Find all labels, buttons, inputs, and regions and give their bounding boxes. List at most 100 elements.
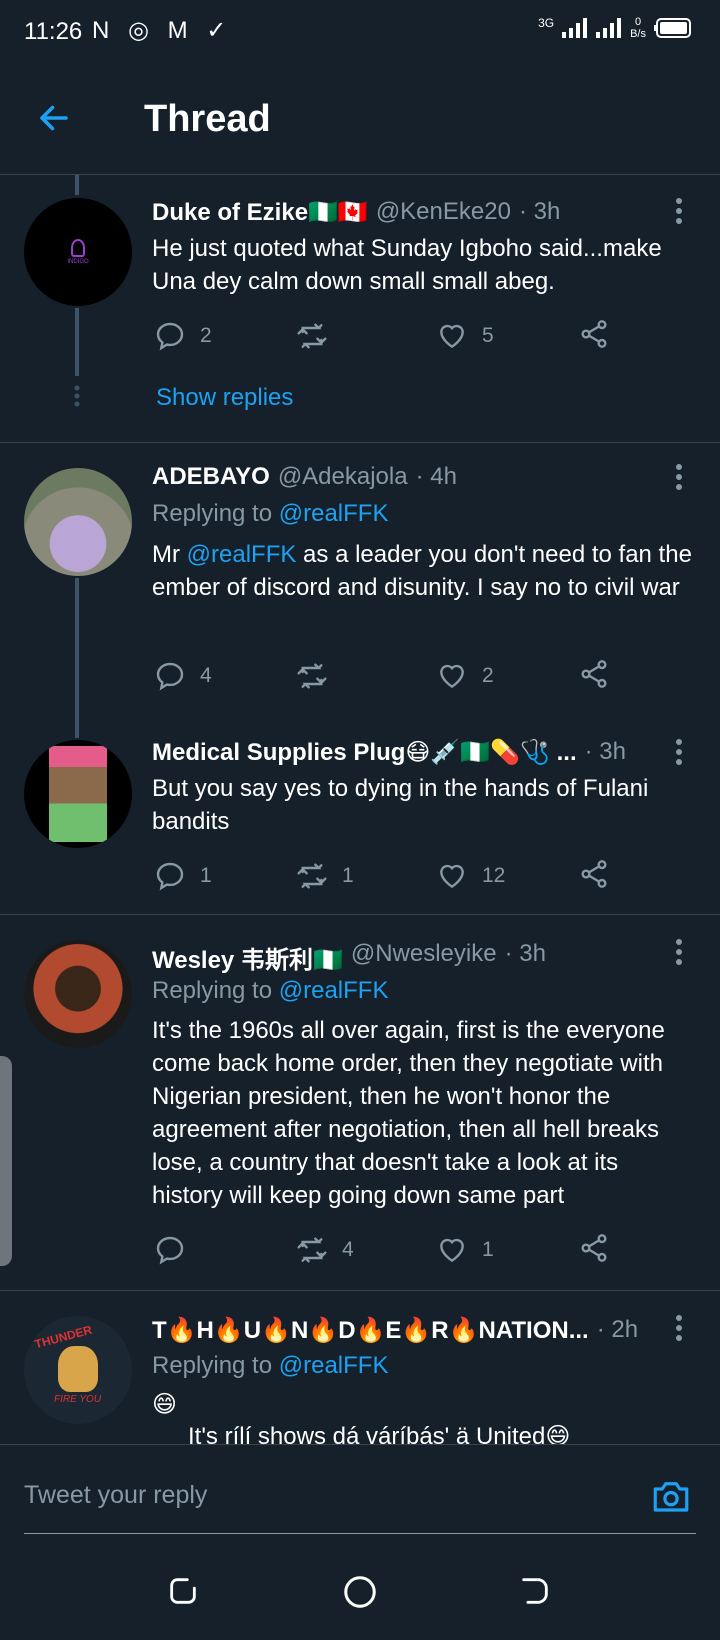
reply-count: 2 xyxy=(200,324,212,347)
author-name[interactable]: ADEBAYO xyxy=(152,463,270,491)
show-replies-link[interactable]: Show replies xyxy=(156,384,293,412)
tweet-text-clip: It's rílí shows dá váríbás' ä United😄 xyxy=(152,1420,692,1444)
signal-icon-2 xyxy=(596,18,622,38)
divider xyxy=(0,442,720,443)
share-icon[interactable] xyxy=(578,318,610,350)
back-arrow-icon[interactable] xyxy=(36,100,72,136)
replying-to: Replying to @realFFK xyxy=(152,1352,389,1379)
back-nav-icon[interactable] xyxy=(518,1574,552,1608)
author-name[interactable]: Wesley 韦斯利🇳🇬 xyxy=(152,940,343,975)
mention-link[interactable]: @realFFK xyxy=(187,541,297,568)
reply-icon xyxy=(156,322,184,351)
like-button[interactable]: 12 xyxy=(436,858,505,894)
more-vertical-icon[interactable] xyxy=(675,938,683,966)
avatar-photo xyxy=(49,746,107,842)
heart-icon xyxy=(440,324,464,349)
reply-button[interactable]: 2 xyxy=(154,318,212,354)
like-button[interactable]: 5 xyxy=(436,318,494,354)
retweet-icon xyxy=(297,663,327,689)
bulb-icon xyxy=(71,239,85,257)
reply-button[interactable]: 4 xyxy=(154,658,212,694)
tweet-text: Mr @realFFK as a leader you don't need t… xyxy=(152,541,692,601)
like-button[interactable]: 1 xyxy=(436,1232,494,1268)
thread-dots xyxy=(73,384,81,408)
author-name[interactable]: Medical Supplies Plug😷💉🇳🇬💊🩺 ... xyxy=(152,738,577,767)
divider xyxy=(0,1290,720,1291)
author-handle[interactable]: @Nwesleyike xyxy=(351,940,497,975)
author-name[interactable]: Duke of Ezike🇳🇬🇨🇦 xyxy=(152,198,368,227)
avatar[interactable] xyxy=(24,740,132,848)
retweet-icon xyxy=(297,863,327,889)
tweet-time: · 4h xyxy=(415,463,457,490)
more-vertical-icon[interactable] xyxy=(675,738,683,766)
author-handle[interactable]: @Adekajola xyxy=(278,463,408,491)
reply-icon xyxy=(156,862,184,891)
divider xyxy=(0,914,720,915)
thread-line xyxy=(75,175,79,195)
replying-to: Replying to @realFFK xyxy=(152,977,389,1004)
avatar[interactable]: INDIGO xyxy=(24,198,132,306)
system-nav-bar xyxy=(0,1540,720,1640)
avatar[interactable] xyxy=(24,468,132,576)
tweet-header: Medical Supplies Plug😷💉🇳🇬💊🩺 ... · 3h xyxy=(152,738,672,767)
reply-button[interactable] xyxy=(154,1232,200,1268)
data-speed: 0 B/s xyxy=(630,16,646,40)
reply-count: 4 xyxy=(200,664,212,687)
heart-icon xyxy=(440,864,464,889)
avatar-label: FIRE YOU xyxy=(54,1394,102,1405)
reply-bar: Tweet your reply xyxy=(0,1444,720,1541)
like-button[interactable]: 2 xyxy=(436,658,494,694)
share-icon[interactable] xyxy=(578,658,610,690)
thread-line xyxy=(75,308,79,376)
avatar[interactable]: THUNDER FIRE YOU xyxy=(24,1316,132,1424)
network-type: 3G xyxy=(538,16,555,30)
retweet-button[interactable]: 4 xyxy=(296,1232,354,1268)
replying-to-link[interactable]: @realFFK xyxy=(279,1352,389,1379)
status-time: 11:26 xyxy=(24,18,83,45)
more-vertical-icon[interactable] xyxy=(675,197,683,225)
like-count: 2 xyxy=(482,664,494,687)
author-name[interactable]: T🔥H🔥U🔥N🔥D🔥E🔥R🔥NATION... xyxy=(152,1316,589,1345)
reply-count: 1 xyxy=(200,864,212,887)
more-vertical-icon[interactable] xyxy=(675,1314,683,1342)
avatar[interactable] xyxy=(24,940,132,1048)
input-underline xyxy=(24,1533,696,1534)
more-vertical-icon[interactable] xyxy=(675,463,683,491)
tweet-time: · 2h xyxy=(596,1316,639,1343)
retweet-count: 1 xyxy=(342,864,354,887)
tweet-time: · 3h xyxy=(518,198,561,225)
tweet-header: Wesley 韦斯利🇳🇬 @Nwesleyike · 3h xyxy=(152,940,652,975)
share-icon[interactable] xyxy=(578,1232,610,1264)
thread-line xyxy=(75,578,79,738)
retweet-button[interactable]: 1 xyxy=(296,858,354,894)
share-icon[interactable] xyxy=(578,858,610,890)
reply-input[interactable]: Tweet your reply xyxy=(24,1481,207,1510)
home-icon[interactable] xyxy=(342,1574,378,1610)
app-bar: Thread xyxy=(0,64,720,175)
retweet-count: 4 xyxy=(342,1238,354,1261)
tweet-header: Duke of Ezike🇳🇬🇨🇦 @KenEke20 · 3h xyxy=(152,198,652,227)
replying-to-link[interactable]: @realFFK xyxy=(279,977,389,1004)
reply-icon xyxy=(156,662,184,691)
heart-icon xyxy=(440,664,464,689)
tweet-time: · 3h xyxy=(584,738,626,765)
replying-to-link[interactable]: @realFFK xyxy=(279,500,389,527)
tweet-text: He just quoted what Sunday Igboho said..… xyxy=(152,235,662,295)
battery-icon xyxy=(654,18,691,38)
edge-panel-handle[interactable] xyxy=(0,1056,12,1266)
tweet-emoji: 😄 xyxy=(152,1391,178,1418)
like-count: 5 xyxy=(482,324,494,347)
tweet-time: · 3h xyxy=(504,940,546,967)
like-count: 12 xyxy=(482,864,506,887)
author-handle[interactable]: @KenEke20 xyxy=(376,198,511,227)
recent-apps-icon[interactable] xyxy=(166,1574,200,1608)
camera-icon[interactable] xyxy=(650,1475,692,1517)
retweet-button[interactable] xyxy=(296,658,342,694)
reply-button[interactable]: 1 xyxy=(154,858,212,894)
replying-to: Replying to @realFFK xyxy=(152,500,389,527)
avatar-label: INDIGO xyxy=(67,259,89,265)
tweet-text: It's the 1960s all over again, first is … xyxy=(152,1017,665,1209)
retweet-button[interactable] xyxy=(296,318,342,354)
like-count: 1 xyxy=(482,1238,494,1261)
page-title: Thread xyxy=(144,98,271,140)
